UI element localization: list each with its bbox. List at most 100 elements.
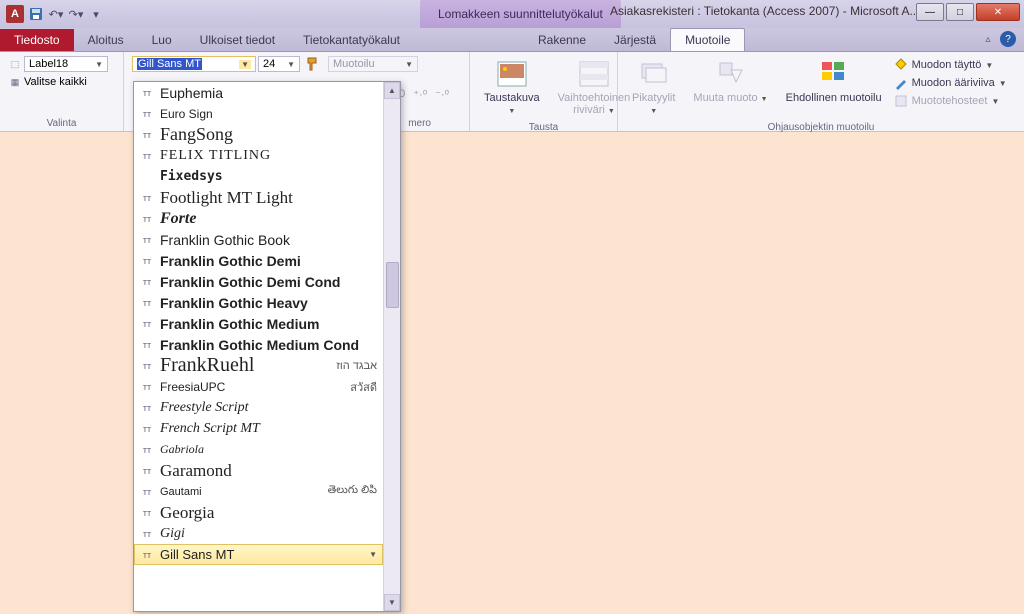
scroll-thumb[interactable] bbox=[386, 262, 399, 308]
minimize-button[interactable]: — bbox=[916, 3, 944, 21]
help-icon[interactable]: ? bbox=[1000, 31, 1016, 47]
background-image-button[interactable]: Taustakuva▼ bbox=[478, 56, 546, 120]
font-option-name: Gill Sans MT bbox=[160, 547, 234, 562]
font-option[interactable]: ᴛтFranklin Gothic Demi bbox=[134, 250, 383, 271]
title-bar: A ↶▾ ↷▾ ▾ Lomakkeen suunnittelutyökalut … bbox=[0, 0, 1024, 28]
contextual-tab-title: Lomakkeen suunnittelutyökalut bbox=[420, 0, 621, 28]
decrease-decimal-icon[interactable]: ⁻·⁰ bbox=[435, 88, 449, 101]
font-option[interactable]: ᴛтFranklin Gothic Heavy bbox=[134, 292, 383, 313]
tab-external-data[interactable]: Ulkoiset tiedot bbox=[186, 29, 289, 51]
app-icon[interactable]: A bbox=[6, 5, 24, 23]
change-shape-icon bbox=[715, 58, 747, 90]
font-option-name: Fixedsys bbox=[160, 169, 223, 184]
save-icon[interactable] bbox=[28, 6, 44, 22]
font-option[interactable]: ᴛтFrankRuehlאבגד הוז bbox=[134, 355, 383, 376]
shape-outline-button[interactable]: Muodon ääriviiva ▼ bbox=[894, 76, 1007, 90]
tab-create[interactable]: Luo bbox=[138, 29, 186, 51]
font-option[interactable]: ᴛтForte bbox=[134, 208, 383, 229]
minimize-ribbon-icon[interactable]: ▵ bbox=[980, 31, 996, 47]
font-option-name: FangSong bbox=[160, 124, 233, 145]
undo-icon[interactable]: ↶▾ bbox=[48, 6, 64, 22]
tab-database-tools[interactable]: Tietokantatyökalut bbox=[289, 29, 414, 51]
select-all-button[interactable]: ▦ Valitse kaikki bbox=[8, 76, 115, 88]
font-option[interactable]: ᴛтFangSong bbox=[134, 124, 383, 145]
truetype-icon: ᴛт bbox=[140, 276, 154, 288]
truetype-icon: ᴛт bbox=[140, 339, 154, 351]
font-option-name: Euro Sign bbox=[160, 107, 213, 121]
truetype-icon: ᴛт bbox=[140, 360, 154, 372]
font-option[interactable]: ᴛтGigi bbox=[134, 523, 383, 544]
close-button[interactable]: ✕ bbox=[976, 3, 1020, 21]
quick-styles-icon bbox=[638, 58, 670, 90]
truetype-icon: ᴛт bbox=[140, 87, 154, 99]
font-name-combo[interactable]: Gill Sans MT ▼ bbox=[132, 56, 256, 72]
number-format-combo[interactable]: Muotoilu▼ bbox=[328, 56, 418, 72]
scrollbar: ▲ ▼ bbox=[383, 82, 400, 611]
truetype-icon: ᴛт bbox=[140, 297, 154, 309]
font-option[interactable]: ᴛтFreesiaUPCสวัสดี bbox=[134, 376, 383, 397]
font-option[interactable]: ᴛт Gautami తెలుగు లిపి bbox=[134, 481, 383, 502]
font-sample-text: తెలుగు లిపి bbox=[328, 484, 377, 499]
font-option-name: Gautami bbox=[160, 486, 202, 498]
font-size-combo[interactable]: 24▼ bbox=[258, 56, 300, 72]
font-option-name: Franklin Gothic Medium Cond bbox=[160, 337, 359, 353]
format-painter-icon[interactable] bbox=[306, 56, 322, 72]
font-option-name: Gabriola bbox=[160, 442, 204, 457]
font-option[interactable]: ᴛт Footlight MT Light bbox=[134, 187, 383, 208]
tab-format[interactable]: Muotoile bbox=[670, 28, 745, 51]
truetype-icon: ᴛт bbox=[140, 234, 154, 246]
font-option-name: French Script MT bbox=[160, 421, 260, 437]
font-option[interactable]: ᴛтFrench Script MT bbox=[134, 418, 383, 439]
maximize-button[interactable]: □ bbox=[946, 3, 974, 21]
tab-file[interactable]: Tiedosto bbox=[0, 29, 74, 51]
font-sample-text: אבגד הוז bbox=[336, 360, 377, 372]
tab-design[interactable]: Rakenne bbox=[524, 29, 600, 51]
font-dropdown-list: ᴛтEuphemiaᴛтEuro SignᴛтFangSongᴛтFELIX T… bbox=[133, 81, 401, 612]
group-label-control-format: Ohjausobjektin muotoilu bbox=[626, 122, 1016, 133]
shape-fill-button[interactable]: Muodon täyttö ▼ bbox=[894, 58, 1007, 72]
font-option[interactable]: ᴛтGill Sans MT▼ bbox=[134, 544, 383, 565]
truetype-icon: ᴛт bbox=[140, 465, 154, 477]
font-option[interactable]: ᴛтGabriola bbox=[134, 439, 383, 460]
truetype-icon: ᴛт bbox=[140, 549, 154, 561]
object-selector[interactable]: Label18▼ bbox=[24, 56, 108, 72]
font-option-name: Franklin Gothic Demi bbox=[160, 253, 301, 269]
font-option[interactable]: ᴛтFreestyle Script bbox=[134, 397, 383, 418]
font-option[interactable]: ᴛтFranklin Gothic Demi Cond bbox=[134, 271, 383, 292]
font-option-name: Forte bbox=[160, 210, 196, 228]
font-option[interactable]: ᴛтEuphemia bbox=[134, 82, 383, 103]
font-option[interactable]: ᴛтFELIX TITLING bbox=[134, 145, 383, 166]
document-title: Asiakasrekisteri : Tietokanta (Access 20… bbox=[610, 4, 919, 18]
conditional-format-button[interactable]: Ehdollinen muotoilu bbox=[780, 56, 888, 106]
font-option-name: FreesiaUPC bbox=[160, 380, 225, 394]
group-label-selection: Valinta bbox=[8, 118, 115, 129]
shape-effects-button[interactable]: Muototehosteet ▼ bbox=[894, 94, 1007, 108]
group-label-background: Tausta bbox=[478, 122, 609, 133]
font-option[interactable]: ᴛтFranklin Gothic Book bbox=[134, 229, 383, 250]
change-shape-button[interactable]: Muuta muoto ▼ bbox=[687, 56, 773, 108]
font-option-name: Footlight MT Light bbox=[160, 188, 293, 208]
font-option-name: Franklin Gothic Medium bbox=[160, 316, 319, 332]
font-option[interactable]: ᴛтGeorgia bbox=[134, 502, 383, 523]
font-option[interactable]: ᴛт Euro Sign bbox=[134, 103, 383, 124]
font-option[interactable]: Fixedsys bbox=[134, 166, 383, 187]
tab-arrange[interactable]: Järjestä bbox=[600, 29, 670, 51]
scroll-down-button[interactable]: ▼ bbox=[384, 594, 400, 611]
ribbon-group-background: Taustakuva▼ Vaihtoehtoinen riviväri ▼ Ta… bbox=[470, 52, 618, 131]
font-option[interactable]: ᴛтGaramond bbox=[134, 460, 383, 481]
tab-home[interactable]: Aloitus bbox=[74, 29, 138, 51]
increase-decimal-icon[interactable]: ⁺·⁰ bbox=[413, 88, 427, 101]
font-option[interactable]: ᴛт Franklin Gothic Medium Cond bbox=[134, 334, 383, 355]
truetype-icon: ᴛт bbox=[140, 192, 154, 204]
redo-icon[interactable]: ↷▾ bbox=[68, 6, 84, 22]
truetype-icon: ᴛт bbox=[140, 108, 154, 120]
qat-customize-icon[interactable]: ▾ bbox=[88, 6, 104, 22]
quick-styles-button[interactable]: Pikatyylit▼ bbox=[626, 56, 681, 120]
effects-icon bbox=[894, 94, 908, 108]
scroll-up-button[interactable]: ▲ bbox=[384, 82, 400, 99]
font-option[interactable]: ᴛтFranklin Gothic Medium bbox=[134, 313, 383, 334]
truetype-icon: ᴛт bbox=[140, 486, 154, 498]
font-list[interactable]: ᴛтEuphemiaᴛтEuro SignᴛтFangSongᴛтFELIX T… bbox=[134, 82, 383, 611]
select-all-icon: ▦ bbox=[8, 76, 22, 88]
ribbon-group-selection: ⬚ Label18▼ ▦ Valitse kaikki Valinta bbox=[0, 52, 124, 131]
